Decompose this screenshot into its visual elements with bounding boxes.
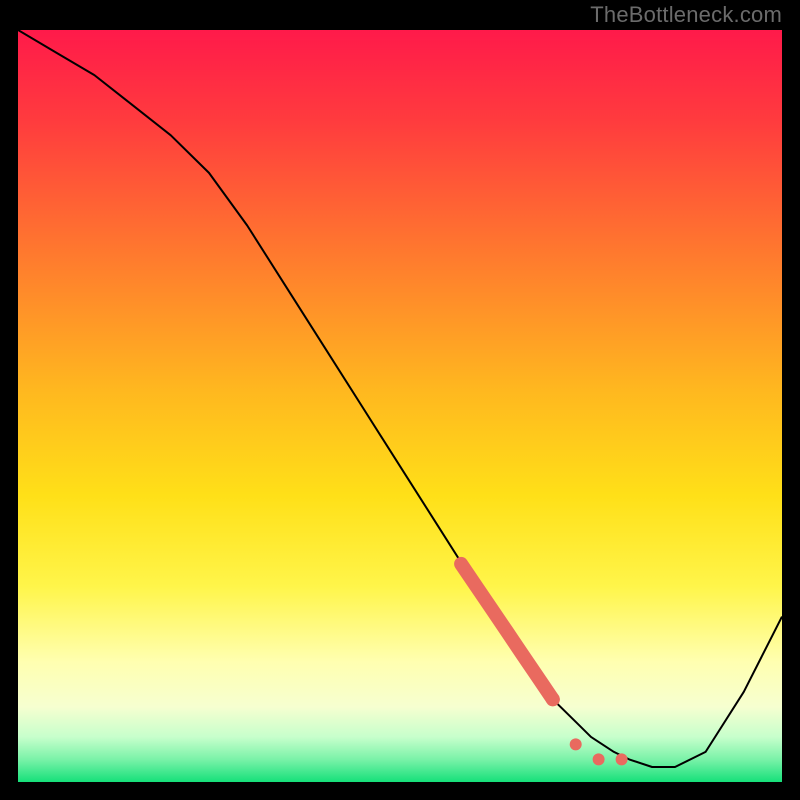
highlight-dot	[616, 753, 628, 765]
plot-area	[18, 30, 782, 782]
watermark-text: TheBottleneck.com	[590, 2, 782, 28]
chart-container: TheBottleneck.com	[0, 0, 800, 800]
gradient-background	[18, 30, 782, 782]
highlight-dot	[570, 738, 582, 750]
highlight-dot	[593, 753, 605, 765]
chart-svg	[18, 30, 782, 782]
highlight-dot	[546, 692, 560, 706]
